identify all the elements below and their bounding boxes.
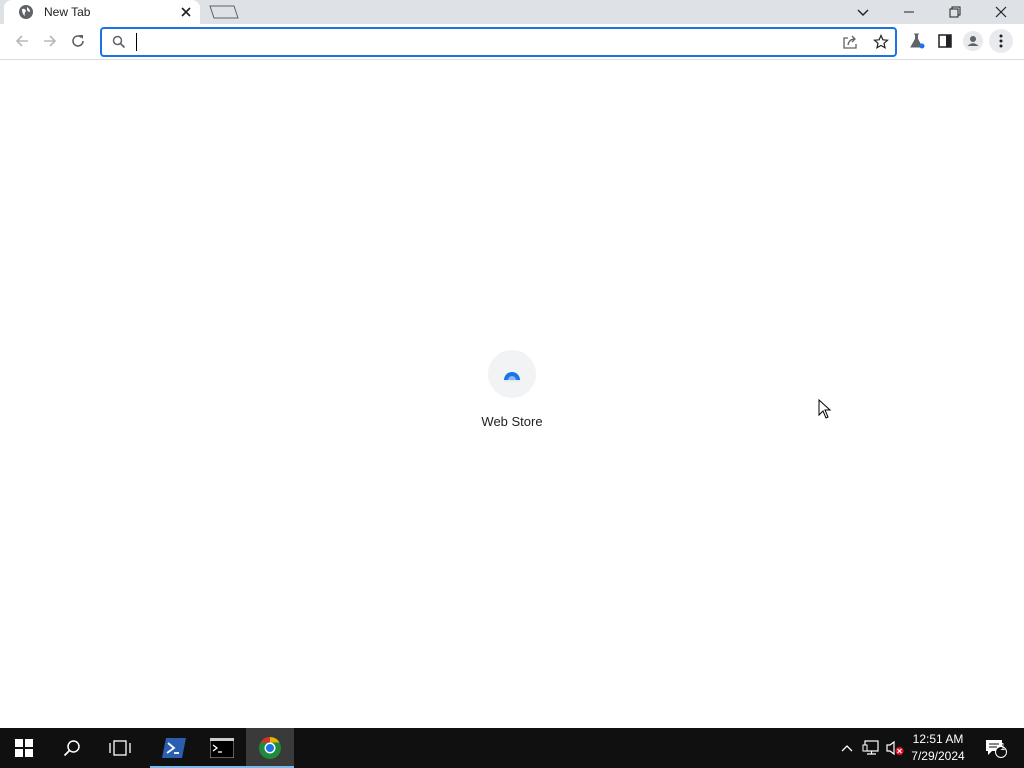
volume-muted-icon (886, 740, 904, 756)
labs-button[interactable] (905, 29, 929, 53)
task-view-button[interactable] (96, 728, 144, 768)
restore-icon (949, 6, 961, 18)
mouse-pointer-icon (818, 399, 832, 419)
arrow-right-icon (44, 35, 57, 47)
shortcut-label: Web Store (481, 414, 543, 429)
taskbar-command-prompt[interactable] (198, 728, 246, 768)
show-hidden-icons-button[interactable] (836, 728, 858, 768)
more-vert-icon (999, 34, 1003, 48)
taskbar-chrome[interactable] (246, 728, 294, 768)
address-bar[interactable] (100, 27, 897, 57)
bookmark-star-icon[interactable] (873, 34, 889, 50)
minimize-icon (904, 11, 914, 13)
address-input[interactable] (136, 32, 826, 52)
close-icon (995, 6, 1007, 18)
menu-button[interactable] (989, 29, 1013, 53)
taskbar-powershell[interactable] (150, 728, 198, 768)
tab-title: New Tab (44, 5, 91, 19)
windows-logo-icon (15, 739, 33, 757)
clock-time[interactable]: 12:51 AM (904, 732, 972, 746)
close-icon[interactable] (178, 4, 194, 20)
flask-icon (910, 33, 925, 49)
back-button[interactable] (10, 29, 34, 53)
minimize-button[interactable] (886, 0, 932, 24)
network-button[interactable] (860, 728, 882, 768)
search-icon (112, 35, 126, 49)
web-store-icon (504, 372, 520, 382)
clock-date[interactable]: 7/29/2024 (904, 749, 972, 763)
side-panel-button[interactable] (933, 29, 957, 53)
taskbar-search-button[interactable] (48, 728, 96, 768)
tab-search-button[interactable] (840, 0, 886, 24)
chevron-up-icon (841, 745, 853, 752)
new-tab-icon[interactable] (207, 4, 241, 20)
share-icon[interactable] (842, 34, 858, 50)
forward-button[interactable] (38, 29, 62, 53)
notification-count: 1 (1000, 742, 1006, 753)
profile-button[interactable] (961, 29, 985, 53)
powershell-icon (162, 738, 186, 758)
shortcut-tile (488, 350, 536, 398)
chrome-icon (259, 737, 281, 759)
avatar-icon (963, 31, 983, 51)
tab-strip: New Tab (0, 0, 1024, 24)
chevron-down-icon (857, 9, 869, 16)
text-caret (136, 33, 137, 51)
restore-button[interactable] (932, 0, 978, 24)
volume-button[interactable] (884, 728, 906, 768)
task-view-icon (109, 740, 131, 756)
command-prompt-icon (210, 738, 234, 758)
search-icon (63, 740, 80, 757)
reload-icon (72, 35, 84, 47)
tab-new-tab[interactable]: New Tab (4, 0, 200, 24)
network-icon (862, 740, 879, 755)
action-center-button[interactable]: 1 (978, 728, 1014, 768)
taskbar: 12:51 AM 7/29/2024 1 (0, 728, 1024, 768)
start-button[interactable] (0, 728, 48, 768)
side-panel-icon (938, 34, 952, 48)
close-window-button[interactable] (978, 0, 1024, 24)
shortcut-web-store[interactable]: Web Store (472, 348, 552, 438)
arrow-left-icon (15, 35, 28, 47)
globe-icon (19, 5, 33, 19)
reload-button[interactable] (66, 29, 90, 53)
